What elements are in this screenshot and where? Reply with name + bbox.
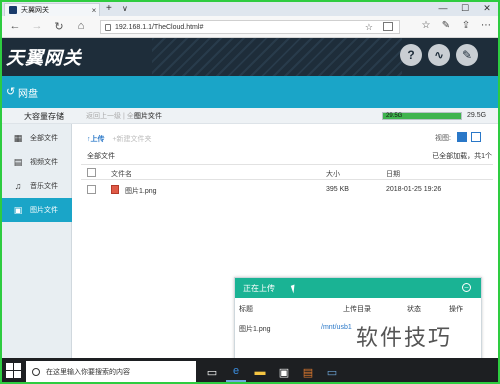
- storage-bar: 大容量存储 返回上一级 | 全部文件 图片文件 29.5G 29.5G: [2, 108, 498, 124]
- loaded-status: 已全部加载，共1个: [432, 153, 492, 160]
- page-info-icon[interactable]: [105, 23, 111, 31]
- edge-browser-icon[interactable]: e: [226, 362, 246, 382]
- cloud-drive-icon: ↺: [6, 86, 16, 98]
- windows-taskbar: 在这里输入你要搜索的内容 ▭ e ▬ ▣ ▤ ▭: [2, 358, 498, 382]
- file-explorer-icon[interactable]: ▬: [250, 362, 270, 382]
- current-folder-label: 全部文件: [87, 153, 115, 160]
- brand-logo: 天翼网关: [6, 48, 82, 69]
- upload-col-action: 操作: [449, 306, 463, 313]
- taskbar-search-box[interactable]: 在这里输入你要搜索的内容: [26, 361, 196, 382]
- window-close-button[interactable]: ✕: [476, 2, 498, 15]
- address-bar[interactable]: 192.168.1.1/TheCloud.html# ☆: [100, 20, 400, 34]
- column-date[interactable]: 日期: [386, 169, 400, 179]
- storage-total: 29.5G: [467, 112, 487, 119]
- reading-view-icon[interactable]: [383, 22, 393, 31]
- files-icon: ▦: [13, 132, 23, 143]
- app-header: 天翼网关 ? ∿ ✎: [2, 38, 498, 76]
- store-icon[interactable]: ▣: [274, 362, 294, 382]
- home-icon[interactable]: ⌂: [74, 20, 88, 32]
- help-icon[interactable]: ?: [400, 44, 422, 66]
- table-row[interactable]: 图片1.png 395 KB 2018-01-25 19:26: [81, 182, 493, 198]
- header-pattern: [152, 38, 402, 76]
- grid-view-icon[interactable]: [457, 132, 467, 142]
- file-date: 2018-01-25 19:26: [386, 186, 442, 193]
- video-icon: ▤: [13, 156, 23, 167]
- breadcrumb-current: 图片文件: [134, 113, 162, 120]
- windows-start-icon[interactable]: [6, 363, 22, 379]
- image-file-icon: [111, 185, 119, 194]
- sidebar-item-all-files[interactable]: ▦ 全部文件: [2, 126, 72, 150]
- upload-col-title: 标题: [239, 306, 253, 313]
- back-arrow-icon[interactable]: ←: [8, 20, 22, 32]
- tab-list-dropdown-icon[interactable]: ∨: [122, 4, 128, 13]
- url-text[interactable]: 192.168.1.1/TheCloud.html#: [115, 24, 203, 31]
- table-header: 文件名 大小 日期: [81, 164, 493, 180]
- search-icon: [32, 368, 40, 376]
- new-tab-button[interactable]: +: [106, 3, 116, 14]
- sidebar-item-label: 视频文件: [30, 159, 58, 166]
- window-minimize-button[interactable]: —: [432, 2, 454, 15]
- remote-desktop-icon[interactable]: ▭: [322, 362, 342, 382]
- storage-usage-bar: 29.5G: [382, 112, 462, 120]
- new-folder-button[interactable]: +新建文件夹: [112, 136, 151, 143]
- minimize-icon[interactable]: –: [462, 283, 471, 292]
- row-checkbox[interactable]: [87, 185, 96, 194]
- share-icon[interactable]: ⇪: [456, 20, 476, 31]
- storage-label: 大容量存储: [24, 112, 64, 121]
- list-view-icon[interactable]: [471, 132, 481, 142]
- sidebar-item-images[interactable]: ▣ 图片文件: [2, 198, 72, 222]
- taskbar-search-placeholder[interactable]: 在这里输入你要搜索的内容: [46, 367, 130, 377]
- upload-col-status: 状态: [407, 306, 421, 313]
- browser-toolbar: ← → ↻ ⌂ 192.168.1.1/TheCloud.html# ☆ ☆ ✎…: [2, 16, 498, 38]
- cloud-title-bar: ↺ 网盘: [2, 76, 498, 108]
- tab-title: 天翼网关: [21, 7, 49, 14]
- file-name[interactable]: 图片1.png: [125, 186, 157, 196]
- notes-icon[interactable]: ✎: [436, 20, 456, 31]
- favorites-icon[interactable]: ☆: [416, 20, 436, 31]
- sidebar-item-label: 全部文件: [30, 135, 58, 142]
- music-icon: ♫: [14, 181, 22, 191]
- page-title: 网盘: [18, 89, 38, 100]
- tab-close-icon[interactable]: ×: [89, 6, 99, 15]
- view-label: 视图:: [435, 135, 451, 142]
- more-icon[interactable]: ⋯: [476, 20, 496, 31]
- screenshot-frame: 天翼网关 × + ∨ — ☐ ✕ ← → ↻ ⌂ 192.168.1.1/The…: [0, 0, 500, 384]
- column-size[interactable]: 大小: [326, 169, 340, 179]
- app-icon[interactable]: ▤: [298, 362, 318, 382]
- site-favicon-icon: [9, 6, 17, 14]
- sidebar-item-video[interactable]: ▤ 视频文件: [2, 150, 72, 174]
- sidebar-item-music[interactable]: ♫ 音乐文件: [2, 174, 72, 198]
- upload-panel-header[interactable]: 正在上传 –: [235, 278, 481, 298]
- sidebar-item-label: 图片文件: [30, 207, 58, 214]
- storage-usage-fill: 29.5G: [383, 113, 461, 119]
- refresh-icon[interactable]: ↻: [52, 20, 66, 33]
- network-icon[interactable]: ∿: [428, 44, 450, 66]
- image-icon: ▣: [13, 204, 23, 215]
- browser-tab-bar: 天翼网关 × + ∨ — ☐ ✕: [2, 2, 498, 16]
- select-all-checkbox[interactable]: [87, 168, 96, 177]
- upload-file-name: 图片1.png: [239, 326, 271, 333]
- window-maximize-button[interactable]: ☐: [454, 2, 476, 15]
- forward-arrow-icon[interactable]: →: [30, 20, 44, 32]
- upload-button[interactable]: ↑上传: [87, 136, 105, 143]
- upload-file-dir[interactable]: /mnt/usb1: [321, 324, 352, 331]
- browser-tab[interactable]: 天翼网关 ×: [4, 3, 100, 16]
- favorite-star-icon[interactable]: ☆: [365, 22, 373, 33]
- upload-col-dir: 上传目录: [343, 306, 371, 313]
- sidebar: ▦ 全部文件 ▤ 视频文件 ♫ 音乐文件 ▣ 图片文件: [2, 124, 72, 358]
- upload-panel-title: 正在上传: [243, 283, 275, 293]
- tools-icon[interactable]: ✎: [456, 44, 478, 66]
- task-view-icon[interactable]: ▭: [202, 362, 222, 382]
- sidebar-item-label: 音乐文件: [30, 183, 58, 190]
- file-size: 395 KB: [326, 186, 349, 193]
- watermark-text: 软件技巧: [354, 320, 455, 352]
- column-name[interactable]: 文件名: [111, 169, 132, 179]
